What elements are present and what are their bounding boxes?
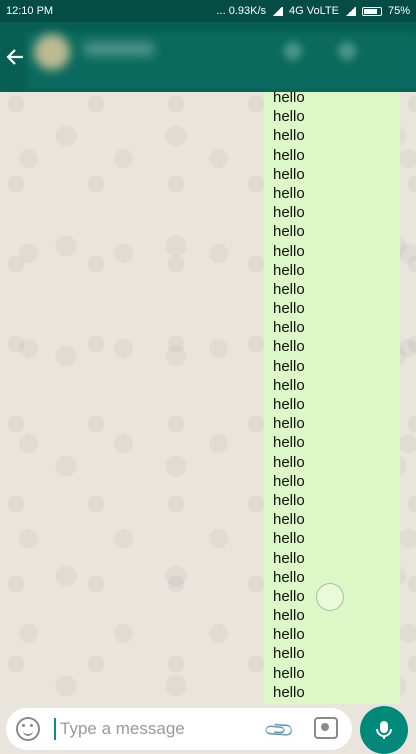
message-line: hello: [273, 146, 305, 164]
composer-bar: 📎: [0, 704, 416, 754]
message-list: hello hello hello hello hello hello hello hello…: [273, 92, 305, 702]
battery-icon: [361, 6, 382, 16]
message-input[interactable]: [58, 718, 252, 740]
network-type: 4G VoLTE: [289, 5, 339, 17]
message-line: hello: [273, 626, 305, 644]
arrow-left-icon: [6, 49, 23, 65]
message-line: hello: [273, 396, 305, 413]
touch-indicator: [316, 583, 344, 611]
message-line: hello: [273, 434, 305, 452]
message-line: hello: [273, 568, 305, 586]
mic-button[interactable]: [360, 706, 408, 754]
network-speed: ... 0.93K/s: [216, 5, 267, 17]
avatar[interactable]: [34, 34, 70, 70]
message-input-container: 📎: [6, 708, 352, 750]
camera-icon[interactable]: [314, 717, 338, 739]
microphone-icon: [376, 721, 392, 739]
blurred-contact-area: [26, 32, 416, 90]
status-icons: ... 0.93K/s 4G VoLTE 75%: [217, 5, 411, 17]
message-line: hello: [273, 108, 305, 126]
status-bar: 12:10 PM ... 0.93K/s 4G VoLTE 75%: [0, 0, 416, 22]
message-line: hello: [273, 223, 305, 241]
message-line: hello: [273, 453, 305, 471]
message-line: hello: [273, 491, 305, 509]
status-time: 12:10 PM: [6, 5, 54, 17]
emoji-icon[interactable]: [16, 717, 40, 741]
message-line: hello: [273, 184, 305, 202]
message-line: hello: [273, 607, 305, 625]
signal-icon: [272, 6, 284, 16]
paperclip-icon[interactable]: 📎: [262, 713, 297, 748]
message-line: hello: [273, 165, 305, 183]
menu-icon[interactable]: [338, 42, 356, 60]
chat-area[interactable]: hello hello hello hello hello hello hello hello…: [0, 92, 416, 704]
message-line: hello: [273, 280, 305, 298]
message-line: hello: [273, 549, 305, 567]
message-line: hello: [273, 357, 305, 375]
message-line: hello: [273, 664, 305, 682]
message-line: hello: [273, 204, 305, 222]
message-line: hello: [273, 376, 305, 394]
message-line: hello: [273, 415, 305, 433]
message-line: hello: [273, 338, 305, 356]
message-line: hello: [273, 300, 305, 318]
chat-header: [0, 22, 416, 92]
text-caret: [54, 718, 56, 740]
message-line: hello: [273, 587, 305, 605]
signal-strength-icon: [344, 6, 356, 16]
message-line: hello: [273, 511, 305, 529]
message-line: hello: [273, 261, 305, 279]
message-line: hello: [273, 683, 305, 701]
message-line: hello: [273, 645, 305, 663]
message-line: hello: [273, 319, 305, 337]
message-bubble[interactable]: hello hello hello hello hello hello hello hello…: [264, 92, 400, 704]
message-line: hello: [273, 472, 305, 490]
call-icon[interactable]: [284, 42, 302, 60]
message-line: hello: [273, 127, 305, 145]
message-line: hello: [273, 530, 305, 548]
contact-name[interactable]: [84, 42, 154, 56]
message-line: hello: [273, 92, 305, 106]
message-line: hello: [273, 242, 305, 260]
battery-percent: 75%: [387, 5, 410, 17]
